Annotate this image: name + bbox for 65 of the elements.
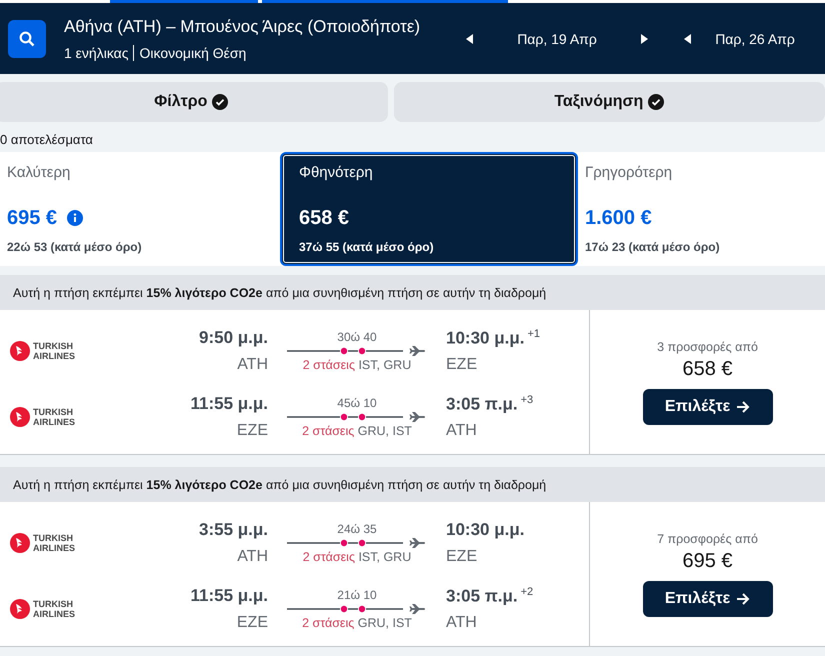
airport-code: EZE [446, 548, 478, 566]
airline-name: TURKISH AIRLINES [33, 407, 76, 427]
stops-text: 2 στάσεις GRU, IST [302, 424, 412, 438]
info-icon[interactable] [67, 210, 84, 226]
sort-button[interactable]: Ταξινόμηση [394, 82, 825, 122]
stops-text: 2 στάσεις GRU, IST [302, 616, 412, 630]
travellers-text: 1 ενήλικας [64, 44, 130, 60]
tab-label: Φθηνότερη [299, 164, 374, 183]
filter-button[interactable]: Φίλτρο [0, 82, 388, 122]
date-button[interactable]: Παρ, 26 Απρ [695, 30, 815, 48]
airline-name: TURKISH AIRLINES [33, 341, 76, 361]
eco-note: Αυτή η πτήση εκπέμπει 15% λιγότερο CO2e από μια συνηθισμένη πτήση σε αυτήν τη διαδρομή [0, 467, 825, 502]
search-icon [19, 30, 35, 46]
arrival-time: 3:05 π.μ. $^{+3}$ [446, 394, 534, 414]
search-button[interactable] [8, 20, 46, 58]
arrow-right-icon [736, 400, 750, 414]
flight-duration: 30ώ 40 [337, 330, 377, 344]
airline-logo-icon [10, 341, 30, 361]
airline-logo-icon [10, 533, 30, 553]
airport-code: ATH [237, 548, 268, 566]
flight-duration: 45ώ 10 [337, 396, 377, 410]
sort-tab[interactable]: Φθηνότερη 658 € 37ώ 55 (κατά μέσο όρο) [280, 152, 578, 266]
airline-logo-icon [10, 599, 30, 619]
check-circle-icon [212, 94, 228, 110]
airport-code: EZE [446, 356, 478, 374]
cabin-text: Οικονομική Θέση [133, 44, 246, 60]
airport-code: EZE [236, 614, 268, 632]
offers-text: 3 προσφορές από [657, 340, 758, 354]
stops-text: 2 στάσεις IST, GRU [302, 358, 412, 372]
airport-code: EZE [236, 422, 268, 440]
airport-code: ATH [446, 422, 477, 440]
departure-time: 11:55 μ.μ. [190, 586, 268, 606]
flight-duration: 21ώ 10 [337, 588, 377, 602]
tab-price: 658 € [299, 206, 350, 230]
stops-text: 2 στάσεις IST, GRU [302, 550, 412, 564]
eco-note: Αυτή η πτήση εκπέμπει 15% λιγότερο CO2e από μια συνηθισμένη πτήση σε αυτήν τη διαδρομή [0, 275, 825, 310]
tab-duration: 22ώ 53 (κατά μέσο όρο) [7, 239, 143, 254]
tab-duration: 17ώ 23 (κατά μέσο όρο) [585, 239, 721, 254]
select-button[interactable]: Επιλέξτε [642, 388, 772, 424]
tab-duration: 37ώ 55 (κατά μέσο όρο) [299, 239, 435, 254]
departure-time: 3:55 μ.μ. [199, 520, 268, 540]
airline-name: TURKISH AIRLINES [33, 533, 76, 553]
flight-price: 695 € [682, 550, 733, 572]
results-count: 0 αποτελέσματα [0, 131, 94, 149]
flight-price: 658 € [682, 358, 733, 380]
airline-name: TURKISH AIRLINES [33, 599, 76, 619]
tab-price: 695 € [7, 206, 58, 230]
arrival-time: 10:30 μ.μ. [446, 520, 524, 540]
check-circle-icon [648, 94, 664, 110]
arrow-right-icon [736, 592, 750, 606]
tab-price: 1.600 € [585, 206, 652, 230]
airport-code: ATH [446, 614, 477, 632]
flight-duration: 24ώ 35 [337, 522, 377, 536]
offers-text: 7 προσφορές από [657, 532, 758, 546]
route-title[interactable]: Αθήνα (ATH) – Μπουένος Άιρες (Οποιοδήποτε) [64, 16, 444, 36]
airline-logo-icon [10, 407, 30, 427]
date-button[interactable]: Παρ, 19 Απρ [477, 30, 637, 48]
departure-time: 11:55 μ.μ. [190, 394, 268, 414]
departure-time: 9:50 μ.μ. [199, 328, 268, 348]
arrival-time: 10:30 μ.μ. $^{+1}$ [446, 328, 540, 348]
airport-code: ATH [237, 356, 268, 374]
tab-label: Γρηγορότερη [585, 164, 674, 183]
tab-label: Καλύτερη [7, 164, 72, 183]
arrival-time: 3:05 π.μ. $^{+2}$ [446, 586, 534, 606]
select-button[interactable]: Επιλέξτε [642, 580, 772, 616]
